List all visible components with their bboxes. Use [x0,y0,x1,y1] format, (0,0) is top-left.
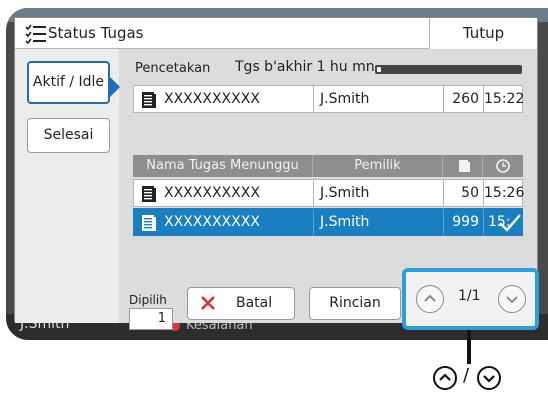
job-owner: J.Smith [320,214,370,230]
printing-label: Pencetakan [135,61,211,76]
job-pages: 999 [444,209,484,235]
job-owner: J.Smith [320,91,370,107]
document-icon [142,92,156,108]
tab-active-idle-label: Aktif / Idle [32,74,105,90]
job-name-cell: XXXXXXXXXX [134,86,314,112]
print-progress-bar [375,65,522,74]
estimated-finish-text: Tgs b'akhir 1 hu mn [235,59,375,75]
header-pages [443,155,483,177]
close-button[interactable]: Tutup [429,18,537,49]
details-button[interactable]: Rincian [309,287,401,320]
waiting-jobs-header: Nama Tugas Menunggu Pemilik [133,155,523,177]
callout-up-icon [433,366,457,390]
cancel-job-label: Batal [236,295,273,311]
document-icon [142,215,156,231]
job-name-cell: XXXXXXXXXX [134,180,314,206]
job-owner-cell: J.Smith [314,180,444,206]
tab-active-idle[interactable]: Aktif / Idle [27,61,120,104]
sidebar: Aktif / Idle Selesai [15,49,120,323]
header-owner: Pemilik [313,155,443,177]
job-name: XXXXXXXXXX [164,185,260,201]
callout-separator: / [463,365,470,386]
selected-label: Dipilih [129,293,167,307]
job-pages: 50 [444,180,484,206]
chevron-up-icon [424,294,436,302]
page-down-button[interactable] [498,285,526,313]
job-time: 15:22 [484,91,525,107]
job-owner: J.Smith [320,185,370,201]
print-progress-fill [377,67,382,72]
job-pages: 260 [444,86,484,112]
header-job-name: Nama Tugas Menunggu [133,155,313,177]
checkmark-icon [499,214,521,232]
job-owner-cell: J.Smith [314,86,444,112]
page-up-button[interactable] [416,285,444,313]
job-name-cell: XXXXXXXXXX [134,209,314,235]
chevron-down-icon [483,375,495,383]
job-time: 15:26 [484,185,525,201]
header-time [483,155,523,177]
document-icon [142,186,156,202]
selected-count: 1 [129,308,173,330]
chevron-down-icon [506,296,518,304]
waiting-job-row[interactable]: XXXXXXXXXX J.Smith 50 15:26 [133,179,525,207]
dialog-title: Status Tugas [48,24,144,42]
page-navigation-highlight: 1/1 [402,268,539,330]
job-name: XXXXXXXXXX [164,214,260,230]
job-list-icon [25,24,46,44]
job-owner-cell: J.Smith [314,209,444,235]
pages-icon [459,160,470,172]
job-name: XXXXXXXXXX [164,91,260,107]
callout-down-icon [477,366,501,390]
cancel-x-icon [201,296,215,310]
dialog-title-bar: Status Tugas Tutup [15,18,537,49]
tab-completed[interactable]: Selesai [27,118,110,153]
cancel-job-button[interactable]: Batal [187,287,295,320]
callout-line [467,330,471,364]
waiting-job-row-selected[interactable]: XXXXXXXXXX J.Smith 999 15: [133,208,523,236]
tab-completed-label: Selesai [43,127,94,143]
chevron-up-icon [439,373,451,381]
clock-icon [496,159,510,173]
callout-label: / [433,365,533,391]
job-time-cell: 15: [484,209,524,235]
printing-job-row[interactable]: XXXXXXXXXX J.Smith 260 15:22 [133,85,525,113]
page-indicator: 1/1 [458,288,481,304]
